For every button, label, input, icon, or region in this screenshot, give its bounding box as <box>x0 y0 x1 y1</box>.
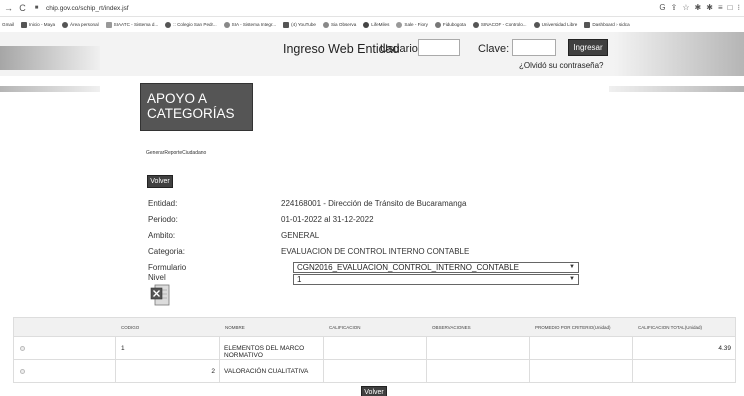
cell-total: 4.39 <box>632 337 735 359</box>
page-icon <box>105 21 112 28</box>
excel-export-icon[interactable] <box>150 284 170 306</box>
back-button-top[interactable]: Volver <box>147 175 173 188</box>
cell-codigo: 1 <box>115 337 219 359</box>
table-row[interactable]: 1 ELEMENTOS DEL MARCO NORMATIVO 4.39 <box>13 337 736 360</box>
bookmark-fidubogota[interactable]: Fidubogota <box>434 21 466 28</box>
ambito-value: GENERAL <box>281 231 320 240</box>
nivel-select[interactable]: 1 ▼ <box>293 274 579 285</box>
results-table: CODIGO NOMBRE CALIFICACION OBSERVACIONES… <box>13 317 736 383</box>
formulario-label: Formulario <box>148 263 187 272</box>
lock-icon: ■ <box>34 5 39 11</box>
bookmark-area-personal[interactable]: Área personal <box>62 21 99 28</box>
cell-calificacion <box>323 360 426 382</box>
lifemiles-icon <box>363 21 370 28</box>
bookmark-sinacof[interactable]: SINACOF - Controlo... <box>472 21 527 28</box>
forgot-password-link[interactable]: ¿Olvidó su contraseña? <box>519 61 604 70</box>
formulario-select-value: CGN2016_EVALUACION_CONTROL_INTERNO_CONTA… <box>297 263 519 272</box>
page-title-line2: CATEGORÍAS <box>147 106 235 121</box>
bookmark-maya[interactable]: Inicio - Maya <box>21 21 55 28</box>
window-icon[interactable]: □ <box>728 3 733 12</box>
page-title-box: APOYO A CATEGORÍAS <box>140 83 253 131</box>
bookmark-sia[interactable]: SIA - Sistema Integr... <box>223 21 276 28</box>
globe-icon <box>472 21 479 28</box>
content-left-gradient <box>0 86 100 92</box>
leaf-icon <box>434 21 441 28</box>
cell-nombre: VALORACIÓN CUALITATIVA <box>219 360 323 382</box>
header-codigo: CODIGO <box>121 325 140 330</box>
dashboard-icon <box>584 21 591 28</box>
table-row[interactable]: 2 VALORACIÓN CUALITATIVA <box>13 360 736 383</box>
header-calificacion: CALIFICACION <box>329 325 361 330</box>
chevron-down-icon: ▼ <box>569 276 575 282</box>
bookmark-sia-observa[interactable]: Sia Observa <box>322 21 356 28</box>
youtube-icon <box>283 21 290 28</box>
puzzle-icon[interactable]: ✱ <box>706 3 713 12</box>
bookmark-fiory[interactable]: Sale - Fiory <box>396 21 428 28</box>
header-left-gradient <box>0 46 100 70</box>
address-bar[interactable]: chip.gov.co/schip_rt/index.jsf <box>46 5 129 12</box>
playlist-icon[interactable]: ≡ <box>718 3 723 12</box>
cell-observaciones <box>426 360 529 382</box>
content-right-gradient <box>609 86 744 92</box>
globe-icon <box>533 21 540 28</box>
bookmark-dashboard[interactable]: Dashboard › sidca <box>584 21 630 28</box>
periodo-value: 01-01-2022 al 31-12-2022 <box>281 215 374 224</box>
bookmark-gmail[interactable]: Gmail <box>2 22 14 27</box>
bookmarks-bar: Gmail Inicio - Maya Área personal SIAATC… <box>0 17 744 32</box>
globe-icon <box>165 21 172 28</box>
header-right-gradient <box>614 32 744 76</box>
user-input[interactable] <box>418 39 460 56</box>
back-button-bottom[interactable]: Volver <box>361 386 387 396</box>
nivel-select-value: 1 <box>297 275 302 284</box>
google-icon[interactable]: G <box>659 3 665 12</box>
chevron-down-icon: ▼ <box>569 264 575 270</box>
bookmark-unilibre[interactable]: Universidad Libre <box>533 21 577 28</box>
globe-icon <box>62 21 69 28</box>
password-label: Clave: <box>478 43 510 55</box>
cell-codigo: 2 <box>115 360 219 382</box>
bookmark-colegio[interactable]: :: Colegio San Pedr... <box>165 21 217 28</box>
circle-icon <box>396 21 403 28</box>
page-title-line1: APOYO A <box>147 91 208 106</box>
browser-toolbar: → C ■ chip.gov.co/schip_rt/index.jsf G ⇪… <box>0 0 744 17</box>
header-nombre: NOMBRE <box>225 325 245 330</box>
bookmark-siaatc[interactable]: SIAATC - Sistema d... <box>105 21 158 28</box>
password-input[interactable] <box>512 39 556 56</box>
header-promedio: PROMEDIO POR CRITERIO(Unidad) <box>535 325 611 330</box>
cell-calificacion <box>323 337 426 359</box>
login-button[interactable]: Ingresar <box>568 39 608 56</box>
bookmark-lifemiles[interactable]: LifeMiles <box>363 21 389 28</box>
triangle-icon <box>223 21 230 28</box>
cell-promedio <box>529 360 632 382</box>
reload-icon[interactable]: C <box>17 3 28 13</box>
extension-icon[interactable]: ✱ <box>695 3 702 12</box>
user-label: Usuario: <box>380 43 421 55</box>
cell-promedio <box>529 337 632 359</box>
categoria-label: Categoria: <box>148 247 185 256</box>
formulario-select[interactable]: CGN2016_EVALUACION_CONTROL_INTERNO_CONTA… <box>293 262 579 273</box>
nivel-label: Nivel <box>148 273 166 282</box>
cell-total <box>632 360 735 382</box>
periodo-label: Periodo: <box>148 215 178 224</box>
row-select-radio[interactable] <box>20 369 25 374</box>
page-icon <box>322 21 329 28</box>
entidad-value: 224168001 - Dirección de Tránsito de Buc… <box>281 199 467 208</box>
row-select-radio[interactable] <box>20 346 25 351</box>
header-total: CALIFICACION TOTAL(Unidad) <box>638 325 703 330</box>
entidad-label: Entidad: <box>148 199 178 208</box>
browser-actions: G ⇪ ☆ ✱ ✱ ≡ □ ⁝ <box>659 3 740 12</box>
report-subtitle: GenerarReporteCiudadano <box>146 150 207 156</box>
grid-icon <box>21 21 27 28</box>
star-icon[interactable]: ☆ <box>682 3 689 12</box>
cell-observaciones <box>426 337 529 359</box>
table-header: CODIGO NOMBRE CALIFICACION OBSERVACIONES… <box>13 317 736 337</box>
cell-nombre: ELEMENTOS DEL MARCO NORMATIVO <box>219 337 323 359</box>
back-arrow-icon[interactable]: → <box>3 3 14 13</box>
categoria-value: EVALUACION DE CONTROL INTERNO CONTABLE <box>281 247 470 256</box>
menu-icon[interactable]: ⁝ <box>737 3 740 12</box>
header-observaciones: OBSERVACIONES <box>432 325 471 330</box>
bookmark-youtube[interactable]: (4) YouTube <box>283 21 316 28</box>
share-icon[interactable]: ⇪ <box>671 3 678 12</box>
ambito-label: Ambito: <box>148 231 176 240</box>
